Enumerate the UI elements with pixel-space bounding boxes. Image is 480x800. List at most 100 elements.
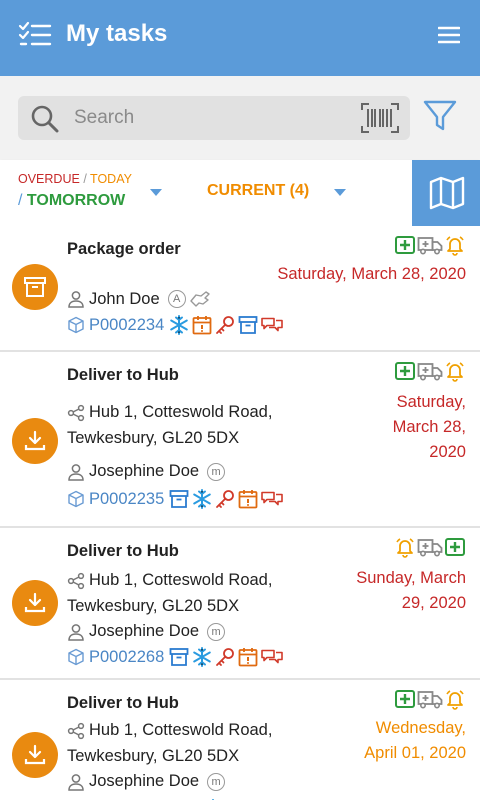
- task-item[interactable]: Deliver to Hub Saturday, March 28, 2020 …: [0, 352, 480, 528]
- task-item[interactable]: Deliver to Hub Wednesday, April 01, 2020…: [0, 680, 480, 800]
- date-line: Wednesday,: [375, 719, 466, 737]
- assignee-row: Josephine Doe m: [67, 462, 226, 481]
- chat-icon: [260, 646, 284, 668]
- package-cube-icon: [67, 490, 85, 508]
- assignee-row: Josephine Doe m: [67, 622, 226, 641]
- date-line: April 01, 2020: [364, 744, 466, 762]
- page-title: My tasks: [66, 20, 168, 47]
- address-line: Hub 1, Cotteswold Road,: [89, 571, 273, 589]
- assignee-name: Josephine Doe: [89, 772, 200, 790]
- address-line: Tewkesbury, GL20 5DX: [67, 597, 240, 615]
- address-line: Hub 1, Cotteswold Road,: [89, 721, 273, 739]
- snowflake-icon: [191, 646, 213, 668]
- alarm-bell-icon: [444, 360, 466, 382]
- package-id[interactable]: P0002235: [89, 490, 164, 509]
- app-bar: My tasks: [0, 0, 480, 76]
- calendar-alert-icon: [191, 314, 213, 336]
- package-row: P0002234: [67, 314, 284, 336]
- archive-box-icon: [237, 314, 259, 336]
- search-icon: [31, 105, 59, 133]
- status-icons: [394, 536, 466, 558]
- assignee-badge: m: [207, 622, 226, 641]
- current-filter[interactable]: CURRENT (4): [207, 182, 309, 200]
- address-row: Tewkesbury, GL20 5DX: [67, 744, 239, 769]
- calendar-alert-icon: [237, 488, 259, 510]
- download-tray-icon: [24, 744, 46, 765]
- person-icon: [67, 290, 85, 308]
- assignee-badge: A: [167, 290, 186, 308]
- archive-box-icon: [24, 277, 46, 297]
- filter-funnel-icon[interactable]: [422, 98, 458, 134]
- person-icon: [67, 623, 85, 641]
- today-label: TODAY: [90, 172, 132, 186]
- status-icons: [394, 234, 466, 256]
- tomorrow-label: TOMORROW: [26, 192, 126, 209]
- task-type-badge: [12, 580, 58, 626]
- chat-icon: [260, 488, 284, 510]
- map-button[interactable]: [412, 160, 480, 226]
- assignee-badge: m: [207, 772, 226, 791]
- person-icon: [67, 773, 85, 791]
- package-cube-icon: [67, 316, 85, 334]
- download-tray-icon: [24, 430, 46, 451]
- snowflake-icon: [191, 488, 213, 510]
- package-id[interactable]: P0002268: [89, 648, 164, 667]
- status-icons: [394, 360, 466, 382]
- key-icon: [214, 488, 236, 510]
- package-row: P0002268: [67, 646, 284, 668]
- assignee-name: Josephine Doe: [89, 462, 200, 480]
- date-line: Sunday, March: [356, 569, 466, 587]
- date-line: 2020: [429, 443, 466, 461]
- task-date: Sunday, March 29, 2020: [356, 566, 466, 616]
- filter-bar: OVERDUE / TODAY / TOMORROW CURRENT (4): [0, 160, 480, 226]
- task-title: Deliver to Hub: [67, 542, 179, 560]
- package-id[interactable]: P0002234: [89, 316, 164, 335]
- status-icons: [394, 688, 466, 710]
- package-cube-icon: [67, 648, 85, 666]
- task-type-badge: [12, 732, 58, 778]
- task-title: Deliver to Hub: [67, 366, 179, 384]
- task-item[interactable]: Package order Saturday, March 28, 2020 J…: [0, 226, 480, 352]
- address-row: Hub 1, Cotteswold Road,: [67, 568, 272, 593]
- ambulance-truck-icon: [417, 234, 443, 256]
- chat-icon: [260, 314, 284, 336]
- separator: /: [18, 192, 23, 209]
- alarm-bell-icon: [394, 536, 416, 558]
- task-type-badge: [12, 418, 58, 464]
- task-title: Package order: [67, 240, 181, 258]
- address-row: Hub 1, Cotteswold Road,: [67, 400, 272, 425]
- address-row: Tewkesbury, GL20 5DX: [67, 594, 239, 619]
- download-tray-icon: [24, 592, 46, 613]
- search-box[interactable]: [18, 96, 410, 140]
- map-icon: [429, 176, 465, 210]
- archive-box-icon: [168, 488, 190, 510]
- period-chevron-down-icon[interactable]: [150, 189, 162, 196]
- task-title: Deliver to Hub: [67, 694, 179, 712]
- share-route-icon: [67, 404, 85, 422]
- handshake-icon: [188, 288, 212, 310]
- task-item[interactable]: Deliver to Hub Sunday, March 29, 2020 Hu…: [0, 528, 480, 680]
- address-line: Tewkesbury, GL20 5DX: [67, 429, 240, 447]
- task-date: Saturday, March 28, 2020: [393, 390, 466, 465]
- checklist-icon[interactable]: [18, 20, 52, 50]
- alarm-bell-icon: [444, 234, 466, 256]
- assignee-name: John Doe: [89, 289, 160, 308]
- snowflake-icon: [168, 314, 190, 336]
- share-route-icon: [67, 572, 85, 590]
- package-row: P0002235: [67, 488, 284, 510]
- period-selector[interactable]: OVERDUE / TODAY / TOMORROW: [18, 172, 132, 210]
- key-icon: [214, 314, 236, 336]
- key-icon: [214, 646, 236, 668]
- medical-plus-icon: [394, 234, 416, 256]
- date-line: Saturday,: [396, 393, 466, 411]
- ambulance-truck-icon: [417, 360, 443, 382]
- ambulance-truck-icon: [417, 688, 443, 710]
- medical-plus-icon: [394, 688, 416, 710]
- hamburger-menu-icon[interactable]: [438, 26, 460, 44]
- barcode-scan-icon[interactable]: [360, 102, 400, 134]
- assignee-row: John Doe A: [67, 288, 212, 310]
- current-chevron-down-icon[interactable]: [334, 189, 346, 196]
- search-input[interactable]: [74, 102, 354, 134]
- separator: /: [83, 172, 87, 186]
- task-list: Package order Saturday, March 28, 2020 J…: [0, 226, 480, 800]
